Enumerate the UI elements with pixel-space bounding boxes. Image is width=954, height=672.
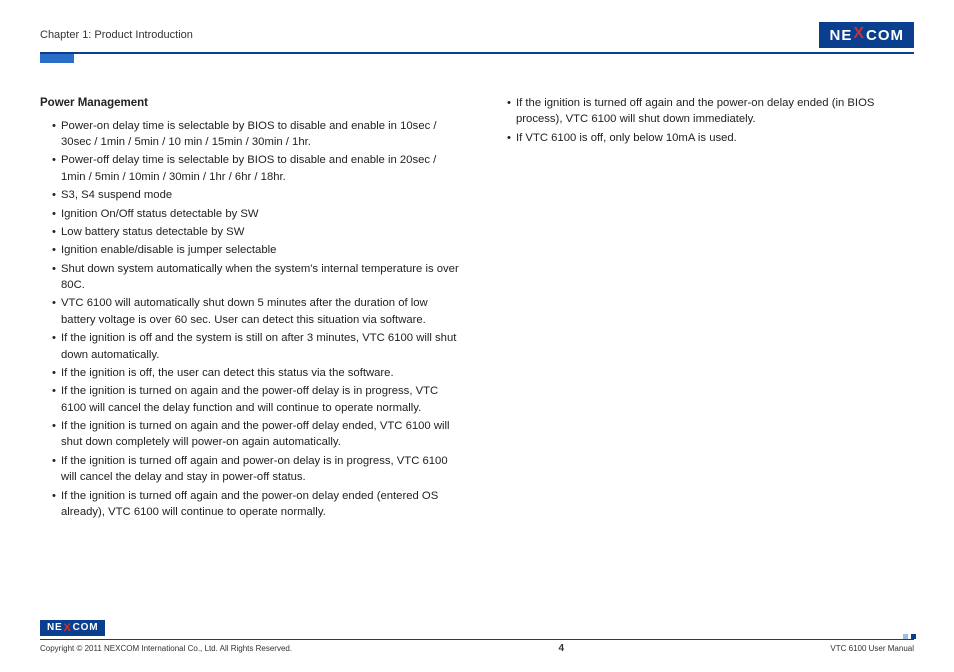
page-footer: NEXCOM Copyright © 2011 NEXCOM Internati… bbox=[40, 617, 914, 654]
list-item: If the ignition is turned off again and … bbox=[507, 95, 914, 128]
logo-post: COM bbox=[866, 27, 904, 44]
list-item: Power-on delay time is selectable by BIO… bbox=[52, 118, 459, 151]
footer-row: Copyright © 2011 NEXCOM International Co… bbox=[40, 643, 914, 654]
list-item: Low battery status detectable by SW bbox=[52, 224, 459, 240]
list-item: If VTC 6100 is off, only below 10mA is u… bbox=[507, 130, 914, 146]
footer-logo-x-icon: X bbox=[64, 622, 72, 634]
left-bullet-list: Power-on delay time is selectable by BIO… bbox=[40, 118, 459, 521]
list-item: Shut down system automatically when the … bbox=[52, 261, 459, 294]
list-item: If the ignition is turned on again and t… bbox=[52, 418, 459, 451]
footer-nexcom-logo: NEXCOM bbox=[40, 620, 105, 636]
footer-mark-icon bbox=[911, 634, 916, 639]
list-item: S3, S4 suspend mode bbox=[52, 187, 459, 203]
list-item: If the ignition is off, the user can det… bbox=[52, 365, 459, 381]
section-title: Power Management bbox=[40, 95, 459, 112]
logo-x-icon: X bbox=[853, 25, 865, 43]
left-column: Power Management Power-on delay time is … bbox=[40, 95, 459, 522]
list-item: VTC 6100 will automatically shut down 5 … bbox=[52, 295, 459, 328]
chapter-title: Chapter 1: Product Introduction bbox=[40, 29, 193, 41]
page-number: 4 bbox=[558, 643, 564, 654]
header-rule bbox=[40, 52, 914, 54]
list-item: Power-off delay time is selectable by BI… bbox=[52, 152, 459, 185]
right-column: If the ignition is turned off again and … bbox=[495, 95, 914, 522]
doc-title: VTC 6100 User Manual bbox=[830, 644, 914, 653]
list-item: Ignition On/Off status detectable by SW bbox=[52, 206, 459, 222]
content-area: Power Management Power-on delay time is … bbox=[40, 95, 914, 522]
logo-pre: NE bbox=[829, 27, 852, 44]
nexcom-logo: NEXCOM bbox=[819, 22, 914, 48]
list-item: If the ignition is turned off again and … bbox=[52, 488, 459, 521]
right-bullet-list: If the ignition is turned off again and … bbox=[495, 95, 914, 146]
copyright-text: Copyright © 2011 NEXCOM International Co… bbox=[40, 644, 292, 653]
list-item: If the ignition is turned off again and … bbox=[52, 453, 459, 486]
list-item: If the ignition is off and the system is… bbox=[52, 330, 459, 363]
footer-corner-marks bbox=[903, 634, 916, 639]
footer-rule bbox=[40, 639, 914, 641]
page-header: Chapter 1: Product Introduction NEXCOM bbox=[40, 22, 914, 48]
header-accent-block bbox=[40, 54, 74, 63]
list-item: Ignition enable/disable is jumper select… bbox=[52, 242, 459, 258]
footer-logo-pre: NE bbox=[47, 622, 63, 633]
footer-logo-post: COM bbox=[73, 622, 99, 633]
footer-mark-icon bbox=[903, 634, 908, 639]
list-item: If the ignition is turned on again and t… bbox=[52, 383, 459, 416]
